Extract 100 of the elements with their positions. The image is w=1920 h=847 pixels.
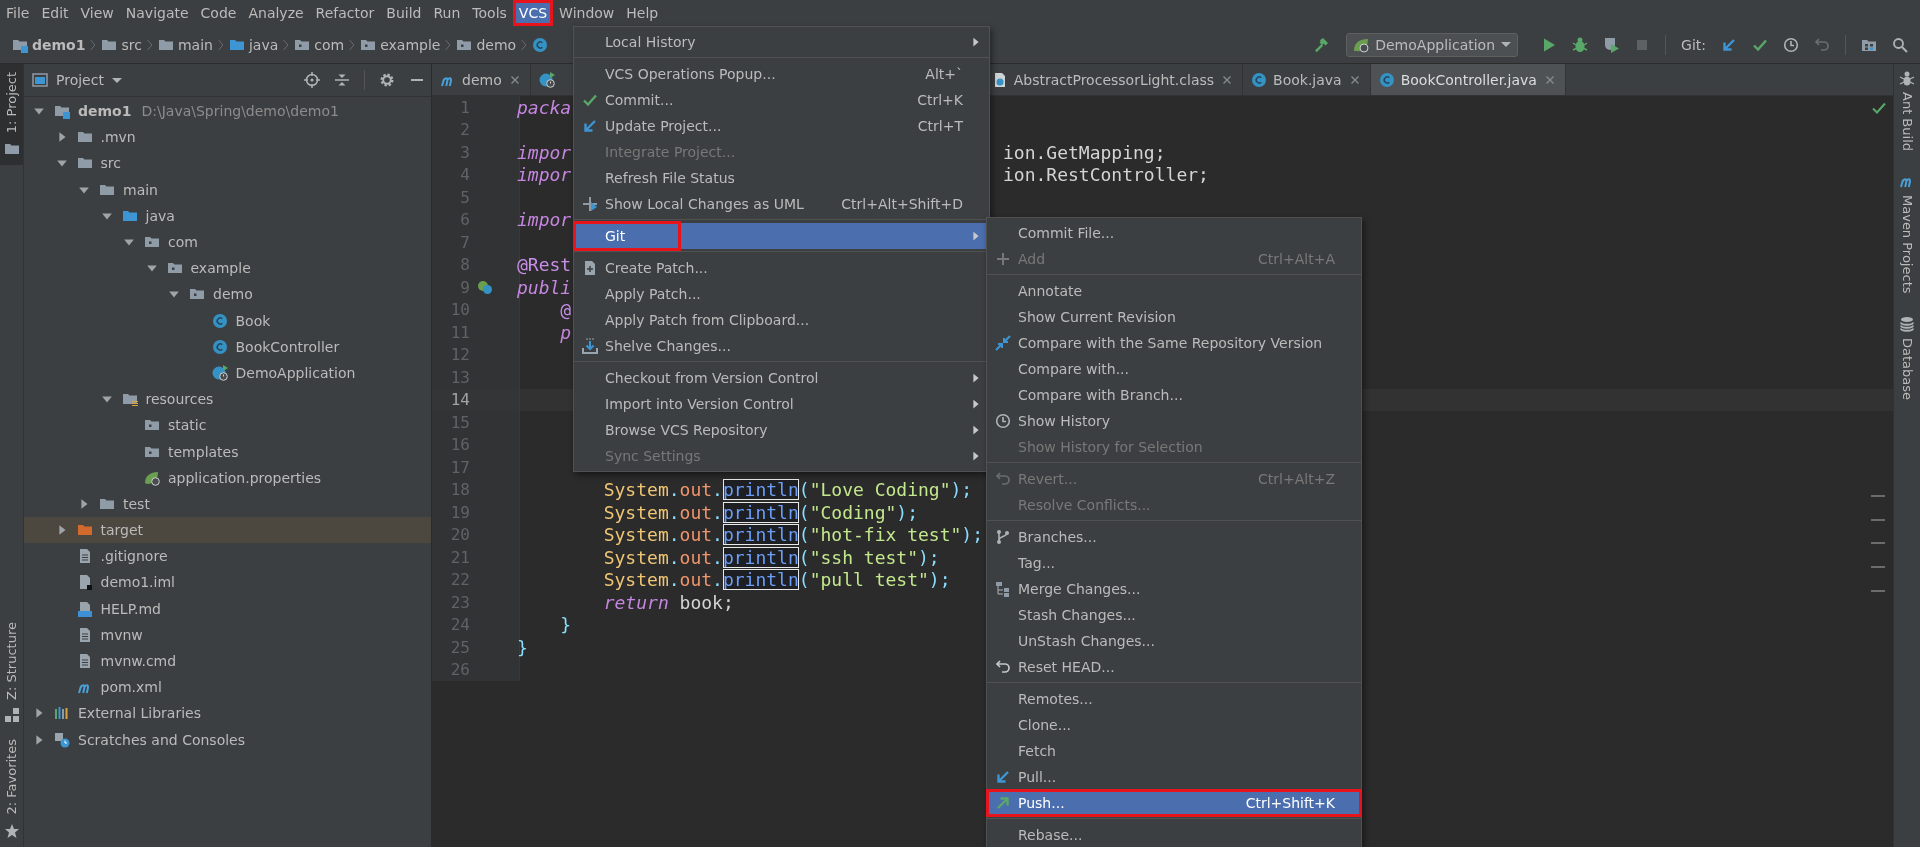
tree-item[interactable]: pom.xml xyxy=(24,674,431,701)
tree-item[interactable]: Scratches and Consoles xyxy=(24,726,431,753)
tree-item[interactable]: BookController xyxy=(24,333,431,360)
menu-item[interactable]: Fetch xyxy=(987,738,1361,764)
tool-window-tab[interactable]: Z: Structure xyxy=(0,613,23,732)
tool-window-tab[interactable]: Ant Build xyxy=(1894,70,1920,151)
breadcrumb[interactable]: demo1 xyxy=(10,36,88,53)
menu-item[interactable]: Apply Patch... xyxy=(574,281,989,307)
menu-bar-item[interactable]: View xyxy=(74,0,120,26)
tree-item[interactable]: java xyxy=(24,202,431,229)
editor-tab[interactable]: Book.java xyxy=(1243,64,1371,95)
editor-tab[interactable]: demo xyxy=(432,64,531,95)
tree-item[interactable]: demo1.iml xyxy=(24,569,431,596)
menu-item[interactable]: Merge Changes... xyxy=(987,576,1361,602)
menu-item[interactable]: Compare with... xyxy=(987,356,1361,382)
menu-bar-item[interactable]: Refactor xyxy=(309,0,381,26)
menu-item[interactable]: Show Local Changes as UML Ctrl+Alt+Shift+D xyxy=(574,191,989,217)
code-line: packa xyxy=(517,96,572,118)
breadcrumb[interactable]: src xyxy=(99,36,144,53)
tree-item[interactable]: demo1 D:\Java\Spring\demo\demo1 xyxy=(24,98,431,125)
menu-item[interactable]: Apply Patch from Clipboard... xyxy=(574,307,989,333)
code-line: System.out.println("Coding"); xyxy=(602,501,918,523)
code-line: ion.RestController; xyxy=(1003,164,1209,186)
tree-item[interactable]: test xyxy=(24,490,431,517)
project-view-dropdown[interactable]: Project xyxy=(32,72,122,88)
tree-item[interactable]: mvnw xyxy=(24,621,431,648)
menu-bar-item[interactable]: Tools xyxy=(466,0,513,26)
code-line: @ xyxy=(559,299,572,321)
menu-item[interactable]: Local History xyxy=(574,29,989,55)
menu-bar-item[interactable]: Navigate xyxy=(119,0,195,26)
tool-window-tab[interactable]: 2: Favorites xyxy=(0,731,23,847)
keyboard-shortcut: Alt+` xyxy=(924,66,963,82)
code-line: p xyxy=(559,321,572,343)
tool-window-tab[interactable]: Database xyxy=(1894,315,1920,400)
menu-item[interactable]: Reset HEAD... xyxy=(987,654,1361,680)
keyboard-shortcut: Ctrl+Alt+A xyxy=(1257,251,1335,267)
menu-item[interactable]: Push... Ctrl+Shift+K xyxy=(987,790,1361,816)
menu-item[interactable]: Stash Changes... xyxy=(987,602,1361,628)
menu-bar-item[interactable]: Window xyxy=(553,0,621,26)
tree-item[interactable]: com xyxy=(24,228,431,256)
menu-bar-item[interactable]: Analyze xyxy=(242,0,310,26)
code-line: impor xyxy=(517,209,572,231)
tree-item[interactable]: application.properties xyxy=(24,464,431,491)
breadcrumb[interactable]: main xyxy=(155,36,215,53)
editor-tab[interactable]: BookController.java xyxy=(1370,64,1566,95)
menu-item[interactable]: Update Project... Ctrl+T xyxy=(574,113,989,139)
tree-item[interactable]: templates xyxy=(24,438,431,465)
menu-bar-item[interactable]: Edit xyxy=(35,0,75,26)
breadcrumb[interactable]: java xyxy=(226,36,281,53)
tree-item[interactable]: resources xyxy=(24,386,431,413)
tree-item[interactable]: static xyxy=(24,412,431,439)
menu-item[interactable]: Pull... xyxy=(987,764,1361,790)
menu-item[interactable]: Remotes... xyxy=(987,686,1361,712)
menu-item[interactable]: Show History xyxy=(987,408,1361,434)
tree-item[interactable]: mvnw.cmd xyxy=(24,647,431,675)
menu-item[interactable]: Compare with the Same Repository Version xyxy=(987,330,1361,356)
tool-window-tab[interactable]: Maven Projects xyxy=(1894,173,1920,294)
tree-item[interactable]: Book xyxy=(24,307,431,334)
menu-bar-item[interactable]: Code xyxy=(194,0,243,26)
menu-bar-item[interactable]: Help xyxy=(620,0,665,26)
menu-item[interactable]: Checkout from Version Control xyxy=(574,365,989,391)
menu-bar-item[interactable]: File xyxy=(0,0,36,26)
tree-item[interactable]: target xyxy=(24,517,431,544)
breadcrumb[interactable]: demo xyxy=(454,36,519,53)
project-path: D:\Java\Spring\demo\demo1 xyxy=(141,103,339,120)
menu-item[interactable]: Shelve Changes... xyxy=(574,333,989,359)
menu-item[interactable]: UnStash Changes... xyxy=(987,628,1361,654)
tree-item[interactable]: demo xyxy=(24,281,431,308)
menu-item[interactable]: Branches... xyxy=(987,524,1361,550)
breadcrumb[interactable]: example xyxy=(358,36,443,53)
tree-item[interactable]: .mvn xyxy=(24,124,431,151)
menu-bar-item[interactable]: VCS xyxy=(512,0,554,26)
menu-item[interactable]: Commit File... xyxy=(987,220,1361,246)
menu-item[interactable]: Import into Version Control xyxy=(574,391,989,417)
tree-item[interactable]: External Libraries xyxy=(24,700,431,727)
menu-item[interactable]: Refresh File Status xyxy=(574,165,989,191)
menu-item[interactable]: Browse VCS Repository xyxy=(574,417,989,443)
code-line: System.out.println("pull test"); xyxy=(602,569,951,591)
menu-item[interactable]: Annotate xyxy=(987,278,1361,304)
menu-item[interactable]: Create Patch... xyxy=(574,255,989,281)
menu-item[interactable]: Tag... xyxy=(987,550,1361,576)
tree-item[interactable]: example xyxy=(24,255,431,282)
menu-item[interactable]: Clone... xyxy=(987,712,1361,738)
breadcrumb[interactable]: com xyxy=(292,36,347,53)
menu-item[interactable]: Git xyxy=(574,223,989,249)
tree-item[interactable]: DemoApplication xyxy=(24,359,431,387)
run-configuration-dropdown[interactable]: DemoApplication xyxy=(1346,32,1519,57)
menu-item[interactable]: Rebase... xyxy=(987,822,1361,847)
menu-item[interactable]: Compare with Branch... xyxy=(987,382,1361,408)
git-label: Git: xyxy=(1681,36,1706,53)
code-line: } xyxy=(559,614,572,636)
tool-window-tab[interactable]: 1: Project xyxy=(0,64,23,166)
tree-item[interactable]: .gitignore xyxy=(24,543,431,570)
tree-item[interactable]: src xyxy=(24,150,431,177)
tree-item[interactable]: main xyxy=(24,176,431,203)
code-line: @Rest xyxy=(517,254,572,276)
tree-item[interactable]: HELP.md xyxy=(24,595,431,622)
menu-item[interactable]: Show Current Revision xyxy=(987,304,1361,330)
menu-bar-item[interactable]: Run xyxy=(427,0,467,26)
menu-bar-item[interactable]: Build xyxy=(380,0,428,26)
